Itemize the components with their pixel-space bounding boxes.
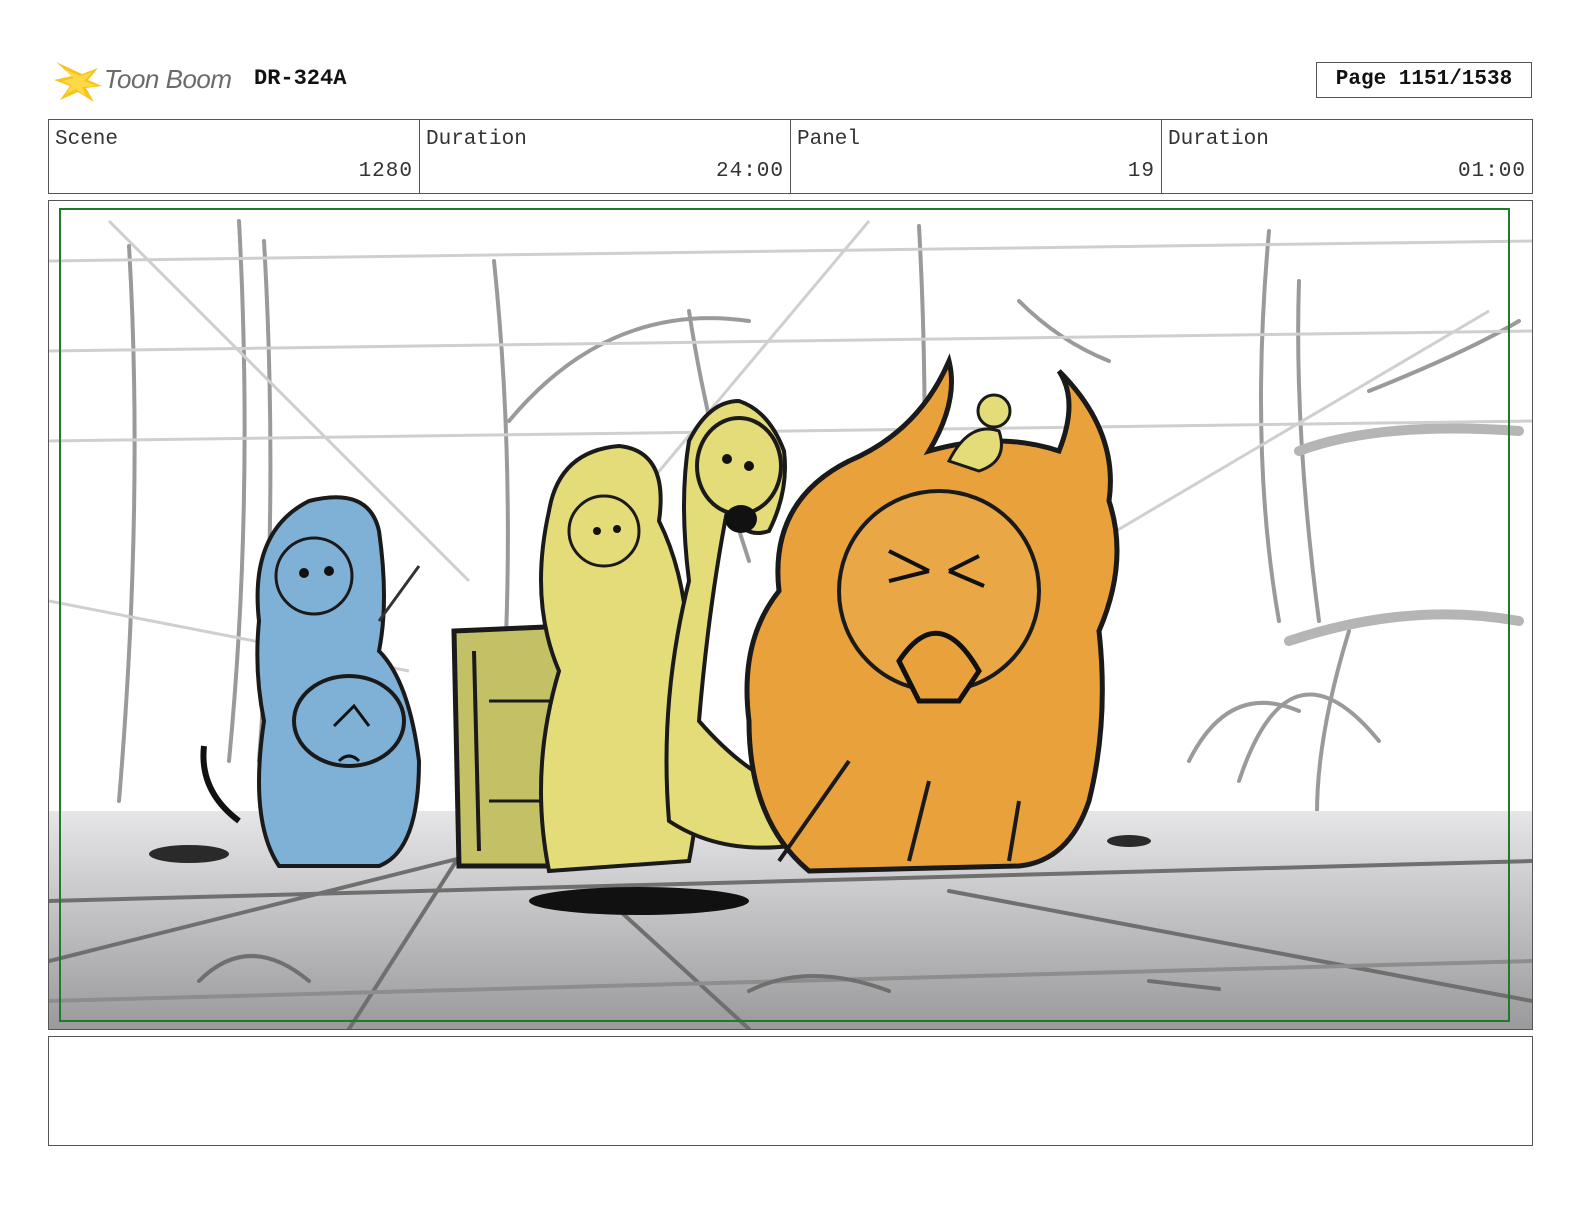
scene-cell: Scene 1280 (49, 120, 420, 193)
toon-boom-logo: Toon Boom (52, 56, 242, 106)
panel-duration-label: Duration (1168, 128, 1269, 151)
panel-label: Panel (797, 128, 861, 151)
safe-area-frame (59, 208, 1510, 1022)
panel-duration-cell: Duration 01:00 (1162, 120, 1532, 193)
logo-text: Toon Boom (104, 64, 232, 94)
scene-duration-label: Duration (426, 128, 527, 151)
panel-value: 19 (1127, 160, 1155, 183)
storyboard-panel (48, 200, 1533, 1030)
page-number: Page 1151/1538 (1316, 62, 1532, 98)
scene-duration-value: 24:00 (715, 160, 784, 183)
panel-notes (48, 1036, 1533, 1146)
panel-duration-value: 01:00 (1457, 160, 1526, 183)
production-code: DR-324A (254, 66, 347, 91)
scene-duration-cell: Duration 24:00 (420, 120, 791, 193)
scene-info-table: Scene 1280 Duration 24:00 Panel 19 Durat… (48, 119, 1533, 194)
starburst-icon (54, 62, 102, 102)
scene-value: 1280 (358, 160, 413, 183)
panel-cell: Panel 19 (791, 120, 1162, 193)
scene-label: Scene (55, 128, 119, 151)
